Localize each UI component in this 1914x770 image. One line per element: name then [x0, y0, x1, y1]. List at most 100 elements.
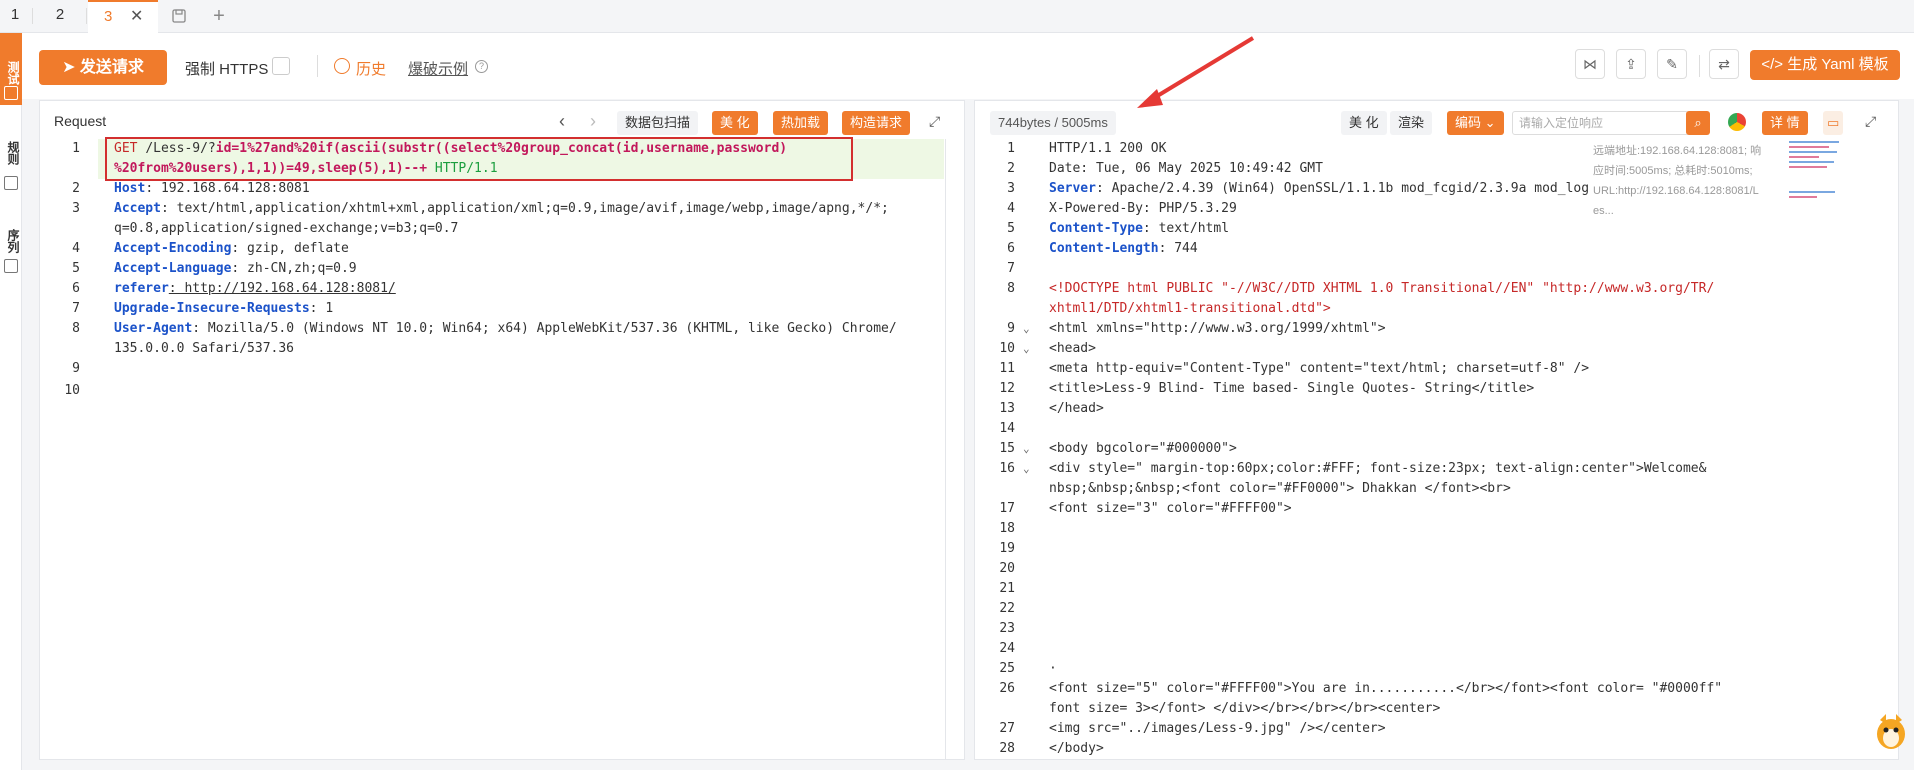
yaml-label: 生成 Yaml 模板 [1787, 56, 1889, 73]
header-key: Upgrade-Insecure-Requests [114, 301, 310, 316]
tab-bar: 1 2 3 ✕ + [0, 0, 1914, 33]
left-nav: 测试 规则 序列 [0, 33, 22, 770]
packet-scan-button[interactable]: 数据包扫描 [617, 111, 699, 135]
locate-search-input[interactable]: 请输入定位响应 [1512, 111, 1689, 135]
line-text: : Apache/2.4.39 (Win64) OpenSSL/1.1.1b m… [1095, 181, 1590, 196]
blast-example-link[interactable]: 爆破示例 [408, 58, 468, 79]
response-line: 19 [975, 539, 1855, 559]
close-icon[interactable]: ✕ [130, 2, 143, 32]
expand-icon[interactable]: ⤢ [929, 113, 940, 130]
tab-3[interactable]: 3 ✕ [88, 0, 158, 33]
line-number: 14 [999, 421, 1015, 436]
line-number: 3 [72, 201, 80, 216]
fold-chevron-icon[interactable]: ⌄ [1023, 459, 1030, 479]
line-content: Upgrade-Insecure-Requests: 1 [114, 299, 333, 319]
line-number: 26 [999, 681, 1015, 696]
line-content: <head> [1049, 339, 1096, 359]
line-content: <meta http-equiv="Content-Type" content=… [1049, 359, 1589, 379]
line-text: nbsp;&nbsp;&nbsp;<font color="#FF0000"> … [1049, 481, 1511, 496]
fold-chevron-icon[interactable]: ⌄ [1023, 439, 1030, 459]
line-content: Server: Apache/2.4.39 (Win64) OpenSSL/1.… [1049, 179, 1589, 199]
render-button[interactable]: 渲染 [1390, 111, 1433, 135]
beautify-button[interactable]: 美 化 [1341, 111, 1387, 135]
line-number: 18 [999, 521, 1015, 536]
line-text: </body> [1049, 741, 1104, 756]
history-link[interactable]: 历史 [356, 58, 386, 79]
line-text: : 744 [1158, 241, 1198, 256]
send-request-button[interactable]: ➤ 发送请求 [39, 50, 167, 85]
header-key: Accept [114, 201, 161, 216]
line-number: 21 [999, 581, 1015, 596]
line-number: 28 [999, 741, 1015, 756]
tab-separator [86, 8, 87, 24]
line-content: <img src="../images/Less-9.jpg" /></cent… [1049, 719, 1386, 739]
line-text: <title>Less-9 Blind- Time based- Single … [1049, 381, 1535, 396]
line-text: <img src="../images/Less-9.jpg" /></cent… [1049, 721, 1386, 736]
line-number: 4 [72, 241, 80, 256]
line-number: 19 [999, 541, 1015, 556]
encode-dropdown[interactable]: 编码 ⌄ [1447, 111, 1504, 135]
detail-button[interactable]: 详 情 [1762, 111, 1808, 135]
swap-icon[interactable]: ⇄ [1709, 49, 1739, 79]
force-https-checkbox[interactable] [272, 57, 290, 75]
expand-icon[interactable]: ⤢ [1865, 113, 1876, 130]
line-number: 8 [72, 321, 80, 336]
line-number: 5 [1007, 221, 1015, 236]
header-value: : http://192.168.64.128:8081/ [168, 281, 396, 296]
minimap[interactable] [1789, 141, 1844, 201]
response-line: 12 <title>Less-9 Blind- Time based- Singl… [975, 379, 1855, 399]
add-tab-icon[interactable]: + [208, 5, 230, 27]
request-line: 9 [40, 359, 940, 379]
response-line: 16 ⌄ <div style=" margin-top:60px;color:#F… [975, 459, 1855, 479]
response-line: 10 ⌄ <head> [975, 339, 1855, 359]
line-number: 15 [999, 441, 1015, 456]
line-text: <!DOCTYPE html PUBLIC "-//W3C//DTD XHTML… [1049, 281, 1715, 296]
line-content: <html xmlns="http://www.w3.org/1999/xhtm… [1049, 319, 1386, 339]
tab-label: 3 [104, 8, 113, 25]
stack-icon [4, 259, 18, 273]
header-value: : 192.168.64.128:8081 [145, 181, 310, 196]
share-icon[interactable]: ⋈ [1575, 49, 1605, 79]
response-line: font size= 3></font> </div></br></br></b… [975, 699, 1855, 719]
divider [1699, 55, 1700, 77]
tab-label: 1 [10, 6, 20, 23]
line-content: <div style=" margin-top:60px;color:#FFF;… [1049, 459, 1706, 479]
line-number: 27 [999, 721, 1015, 736]
fold-chevron-icon[interactable]: ⌄ [1023, 339, 1030, 359]
construct-request-button[interactable]: 构造请求 [842, 111, 911, 135]
response-line: 26 <font size="5" color="#FFFF00">You are… [975, 679, 1855, 699]
line-number: 10 [999, 341, 1015, 356]
line-number: 24 [999, 641, 1015, 656]
line-content: nbsp;&nbsp;&nbsp;<font color="#FF0000"> … [1049, 479, 1511, 499]
nav-rules[interactable]: 规则 [0, 133, 22, 173]
remote-info-line: 远端地址:192.168.64.128:8081; 响 [1593, 145, 1762, 157]
nav-sequence[interactable]: 序列 [0, 221, 22, 261]
chrome-icon[interactable] [1728, 113, 1746, 131]
line-number: 2 [1007, 161, 1015, 176]
tab-1[interactable]: 1 [0, 0, 30, 33]
chevron-right-icon[interactable]: › [590, 111, 596, 132]
hot-load-button[interactable]: 热加载 [773, 111, 829, 135]
search-icon[interactable]: ⌕ [1686, 111, 1710, 135]
fold-chevron-icon[interactable]: ⌄ [1023, 319, 1030, 339]
response-line: 14 [975, 419, 1855, 439]
tab-2[interactable]: 2 [40, 0, 80, 33]
comment-icon[interactable]: ▭ [1823, 111, 1844, 135]
line-content: <font size="5" color="#FFFF00">You are i… [1049, 679, 1722, 699]
response-line: nbsp;&nbsp;&nbsp;<font color="#FF0000"> … [975, 479, 1855, 499]
nav-label: 规则 [6, 141, 20, 165]
beautify-button[interactable]: 美 化 [712, 111, 758, 135]
header-key: Accept-Language [114, 261, 232, 276]
request-line: q=0.8,application/signed-exchange;v=b3;q… [40, 219, 940, 239]
export-icon[interactable]: ⇪ [1616, 49, 1646, 79]
edit-icon[interactable]: ✎ [1657, 49, 1687, 79]
generate-yaml-button[interactable]: </> 生成 Yaml 模板 [1750, 50, 1900, 80]
header-value: : zh-CN,zh;q=0.9 [231, 261, 357, 276]
line-number: 12 [999, 381, 1015, 396]
response-line: 9 ⌄ <html xmlns="http://www.w3.org/1999/xh… [975, 319, 1855, 339]
save-icon[interactable] [168, 5, 190, 27]
request-line: 7 Upgrade-Insecure-Requests: 1 [40, 299, 940, 319]
chevron-left-icon[interactable]: ‹ [559, 111, 565, 132]
header-key: User-Agent [114, 321, 193, 336]
nav-label: 序列 [6, 229, 20, 253]
